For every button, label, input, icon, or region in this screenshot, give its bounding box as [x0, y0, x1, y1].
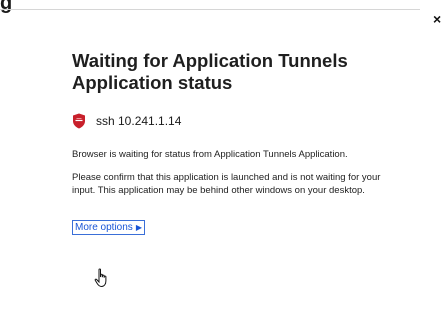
shield-icon [72, 113, 86, 129]
more-options-button[interactable]: More options ▶ [72, 220, 145, 235]
more-options-label: More options [75, 222, 133, 233]
close-icon[interactable]: × [433, 12, 445, 26]
app-name: ssh 10.241.1.14 [96, 114, 182, 128]
confirmation-message: Please confirm that this application is … [72, 172, 381, 196]
hand-cursor-icon [94, 268, 110, 288]
top-divider [0, 9, 420, 10]
status-message: Browser is waiting for status from Appli… [72, 149, 348, 160]
triangle-right-icon: ▶ [135, 223, 142, 232]
dialog-window: g × Waiting for Application Tunnels Appl… [0, 0, 446, 309]
dialog-title: Waiting for Application Tunnels Applicat… [72, 50, 348, 93]
cropped-heading-fragment: g [0, 0, 13, 14]
dialog-content: Waiting for Application Tunnels Applicat… [72, 50, 402, 235]
app-row: ssh 10.241.1.14 [72, 112, 402, 130]
